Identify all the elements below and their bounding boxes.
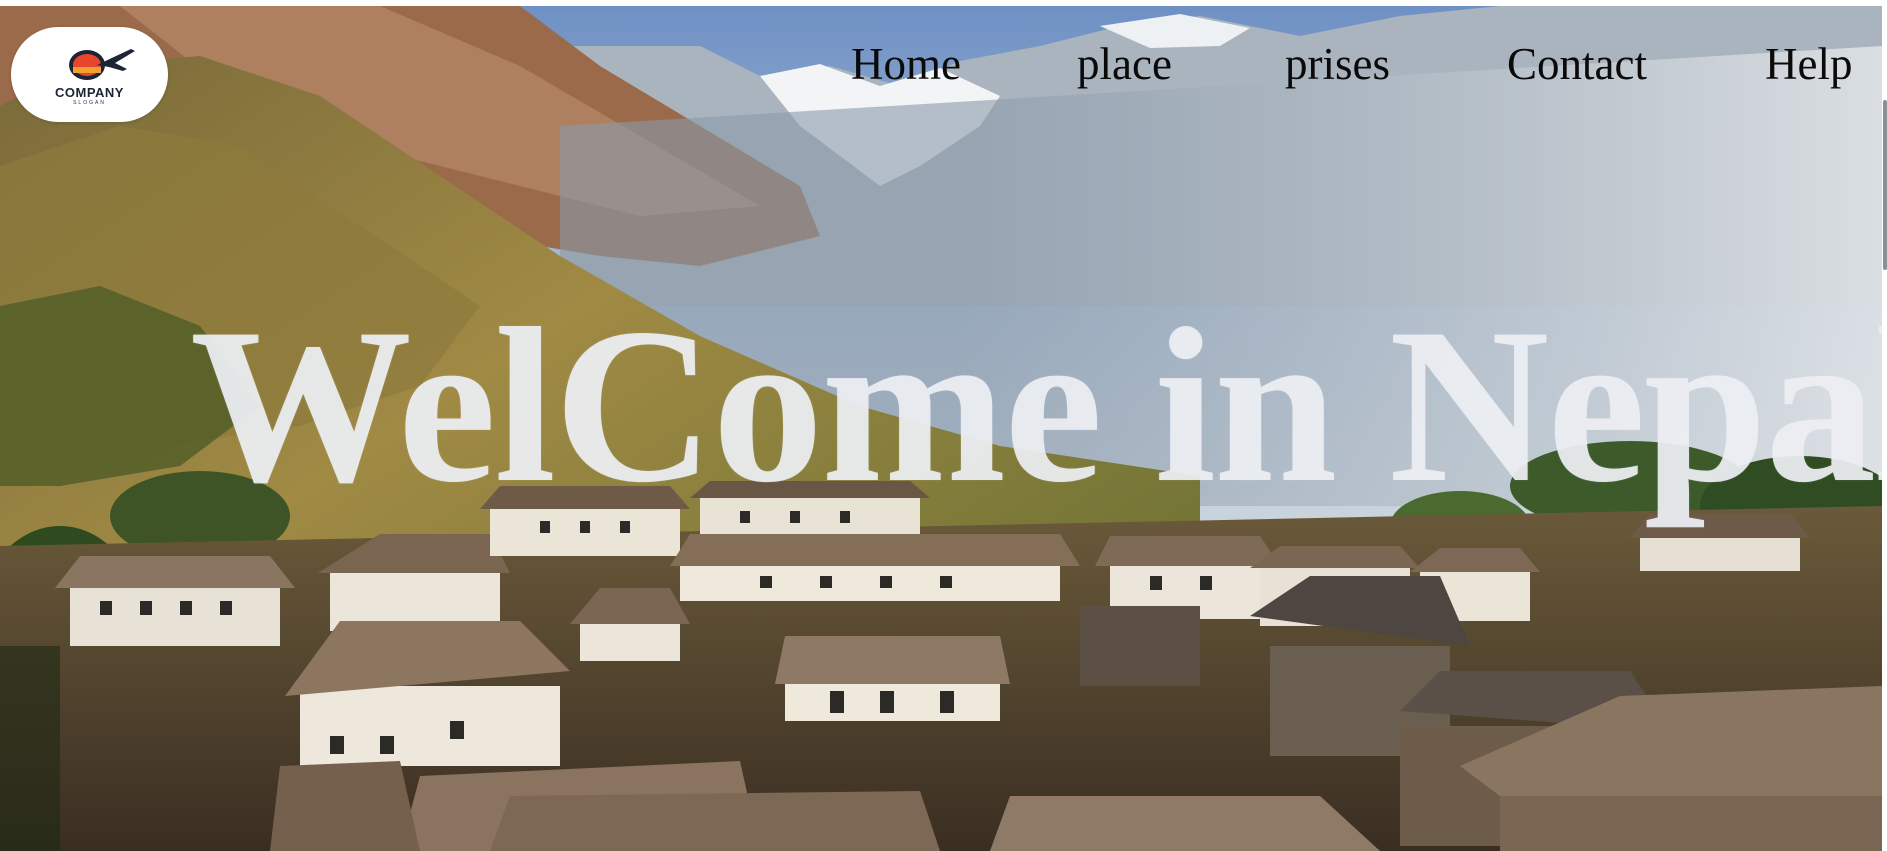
scrollbar-thumb[interactable] (1883, 100, 1887, 270)
nav-home[interactable]: Home (851, 36, 961, 92)
nav-contact[interactable]: Contact (1507, 36, 1647, 92)
page: COMPANY SLOGAN Home place prises Contact… (0, 0, 1887, 851)
nav-help[interactable]: Help (1765, 36, 1852, 92)
logo-slogan: SLOGAN (73, 100, 106, 106)
nav-place[interactable]: place (1077, 36, 1172, 92)
nav-prises[interactable]: prises (1285, 36, 1390, 92)
hero-headline: WelCome in Nepal (190, 283, 1882, 529)
hero-section: COMPANY SLOGAN Home place prises Contact… (0, 6, 1882, 851)
main-navigation: Home place prises Contact Help (0, 36, 1882, 96)
